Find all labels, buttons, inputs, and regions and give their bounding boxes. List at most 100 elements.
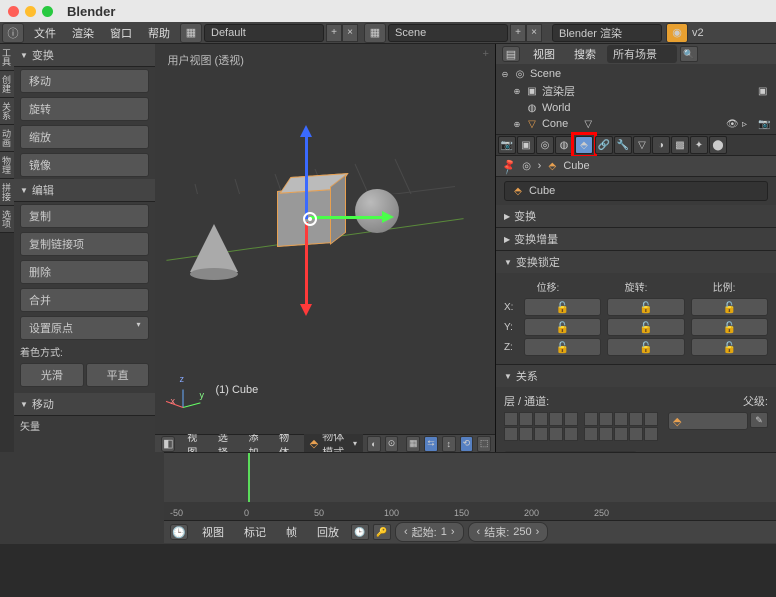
menu-help[interactable]: 帮助 [140, 25, 178, 41]
manipulator-toggle-icon[interactable]: ⮀ [424, 436, 438, 452]
pin-icon[interactable]: 📌 [500, 157, 518, 175]
manipulator-x-icon[interactable] [310, 216, 390, 219]
tab-material-icon[interactable]: ◑ [652, 136, 670, 154]
outliner-row-cone[interactable]: ⊕▽ Cone ▽ 👁 ▹ 📷 [498, 116, 774, 132]
outliner-row-scene[interactable]: ⊖◎ Scene [498, 66, 774, 82]
scene-dropdown[interactable]: Scene [388, 24, 508, 42]
minimize-window-icon[interactable] [25, 6, 36, 17]
parent-field[interactable]: ⬘ [668, 412, 748, 430]
restrict-icon[interactable]: ▣ [758, 86, 772, 97]
layers-icon[interactable]: ▦ [406, 436, 420, 452]
tab-physics-icon[interactable]: ⬤ [709, 136, 727, 154]
layers-widget[interactable] [504, 412, 658, 441]
outliner-row-renderlayer[interactable]: ⊕▣ 渲染层 ▣ [498, 82, 774, 100]
tab-texture-icon[interactable]: ▩ [671, 136, 689, 154]
panel-edit-header[interactable]: 编辑 [14, 179, 155, 202]
lock-scale-x[interactable]: 🔓 [691, 298, 768, 316]
timeline-canvas[interactable]: -50 0 50 100 150 200 250 [164, 453, 776, 521]
tab-constraints-icon[interactable]: 🔗 [595, 136, 613, 154]
lock-loc-x[interactable]: 🔓 [524, 298, 601, 316]
lock-scale-y[interactable]: 🔓 [691, 318, 768, 336]
tab-relations[interactable]: 关系 [0, 98, 14, 125]
lock-scale-z[interactable]: 🔓 [691, 338, 768, 356]
selectable-icon[interactable]: ▹ [742, 119, 756, 130]
menu-window[interactable]: 窗口 [102, 25, 140, 41]
outliner-row-world[interactable]: ◍ World [498, 100, 774, 116]
tab-renderlayers-icon[interactable]: ▣ [517, 136, 535, 154]
parent-eyedropper-icon[interactable]: ✎ [750, 412, 768, 428]
tl-menu-playback[interactable]: 回放 [309, 524, 347, 540]
editor-type-icon[interactable]: ⓘ [2, 23, 24, 43]
layout-browse-icon[interactable]: ▦ [180, 23, 202, 43]
lock-loc-z[interactable]: 🔓 [524, 338, 601, 356]
tab-tools[interactable]: 工具 [0, 44, 14, 71]
section-transform-delta[interactable]: 变换增量 [496, 228, 776, 250]
tab-render-icon[interactable]: 📷 [498, 136, 516, 154]
rotate-button[interactable]: 旋转 [20, 97, 149, 121]
tab-grease[interactable]: 拼接 [0, 179, 14, 206]
lock-rot-z[interactable]: 🔓 [607, 338, 684, 356]
lock-rot-x[interactable]: 🔓 [607, 298, 684, 316]
3d-viewport[interactable]: 用户视图 (透视) z y [155, 44, 494, 434]
menu-render[interactable]: 渲染 [64, 25, 102, 41]
snap-icon[interactable]: ⬚ [477, 436, 491, 452]
render-engine-dropdown[interactable]: Blender 渲染 [552, 24, 662, 42]
key-icon[interactable]: 🔑 [373, 524, 391, 540]
tab-create[interactable]: 创建 [0, 71, 14, 98]
layout-add-button[interactable]: + [326, 24, 342, 42]
editor-timeline-icon[interactable]: 🕒 [170, 524, 188, 540]
delete-button[interactable]: 删除 [20, 260, 149, 284]
cone-object[interactable] [190, 224, 238, 272]
set-origin-dropdown[interactable]: 设置原点 [20, 316, 149, 340]
autokey-icon[interactable]: 🕒 [351, 524, 369, 540]
shade-smooth-button[interactable]: 光滑 [20, 363, 84, 387]
layout-remove-button[interactable]: × [342, 24, 358, 42]
panel-history-header[interactable]: 移动 [14, 393, 155, 416]
lock-loc-y[interactable]: 🔓 [524, 318, 601, 336]
editor-outliner-icon[interactable]: ▤ [502, 46, 520, 62]
start-frame-field[interactable]: ‹起始:1› [395, 522, 464, 542]
renderable-icon[interactable]: 📷 [758, 119, 772, 130]
zoom-window-icon[interactable] [42, 6, 53, 17]
tab-physics[interactable]: 物理 [0, 152, 14, 179]
tab-data-icon[interactable]: ▽ [633, 136, 651, 154]
tl-menu-view[interactable]: 视图 [194, 524, 232, 540]
object-name-input[interactable]: ⬘ Cube [504, 181, 768, 201]
editor-3dview-icon[interactable]: ◧ [161, 436, 175, 452]
menu-file[interactable]: 文件 [26, 25, 64, 41]
scale-button[interactable]: 缩放 [20, 125, 149, 149]
section-transform-lock[interactable]: 变换锁定 [496, 251, 776, 273]
tab-scene-icon[interactable]: ◎ [536, 136, 554, 154]
visibility-icon[interactable]: 👁 [726, 119, 740, 130]
mirror-button[interactable]: 镜像 [20, 153, 149, 177]
duplicate-button[interactable]: 复制 [20, 204, 149, 228]
end-frame-field[interactable]: ‹结束:250› [468, 522, 549, 542]
tab-animation[interactable]: 动画 [0, 125, 14, 152]
tab-modifiers-icon[interactable]: 🔧 [614, 136, 632, 154]
manipulator-y-icon[interactable] [305, 222, 308, 312]
orientation-icon[interactable]: ⟲ [460, 436, 474, 452]
section-transform[interactable]: 变换 [496, 205, 776, 227]
outliner-menu-view[interactable]: 视图 [525, 46, 563, 62]
join-button[interactable]: 合并 [20, 288, 149, 312]
manipulator-z-icon[interactable] [305, 129, 308, 219]
scene-browse-icon[interactable]: ▦ [364, 23, 386, 43]
viewport-plus-icon[interactable]: + [483, 48, 489, 60]
close-window-icon[interactable] [8, 6, 19, 17]
outliner-menu-search[interactable]: 搜索 [566, 46, 604, 62]
tab-object-icon[interactable]: ⬘ [575, 136, 593, 154]
panel-transform-header[interactable]: 变换 [14, 44, 155, 67]
lock-rot-y[interactable]: 🔓 [607, 318, 684, 336]
shade-flat-button[interactable]: 平直 [86, 363, 150, 387]
manipulator-translate-icon[interactable]: ↕ [442, 436, 456, 452]
tab-particles-icon[interactable]: ✦ [690, 136, 708, 154]
section-relations[interactable]: 关系 [496, 365, 776, 387]
pivot-icon[interactable]: ⊙ [385, 436, 399, 452]
scene-add-button[interactable]: + [510, 24, 526, 42]
scene-remove-button[interactable]: × [526, 24, 542, 42]
shading-mode-icon[interactable]: ◐ [367, 436, 381, 452]
search-icon[interactable]: 🔍 [680, 46, 698, 62]
duplicate-linked-button[interactable]: 复制链接项 [20, 232, 149, 256]
tab-options[interactable]: 选项 [0, 206, 14, 233]
tl-menu-marker[interactable]: 标记 [236, 524, 274, 540]
